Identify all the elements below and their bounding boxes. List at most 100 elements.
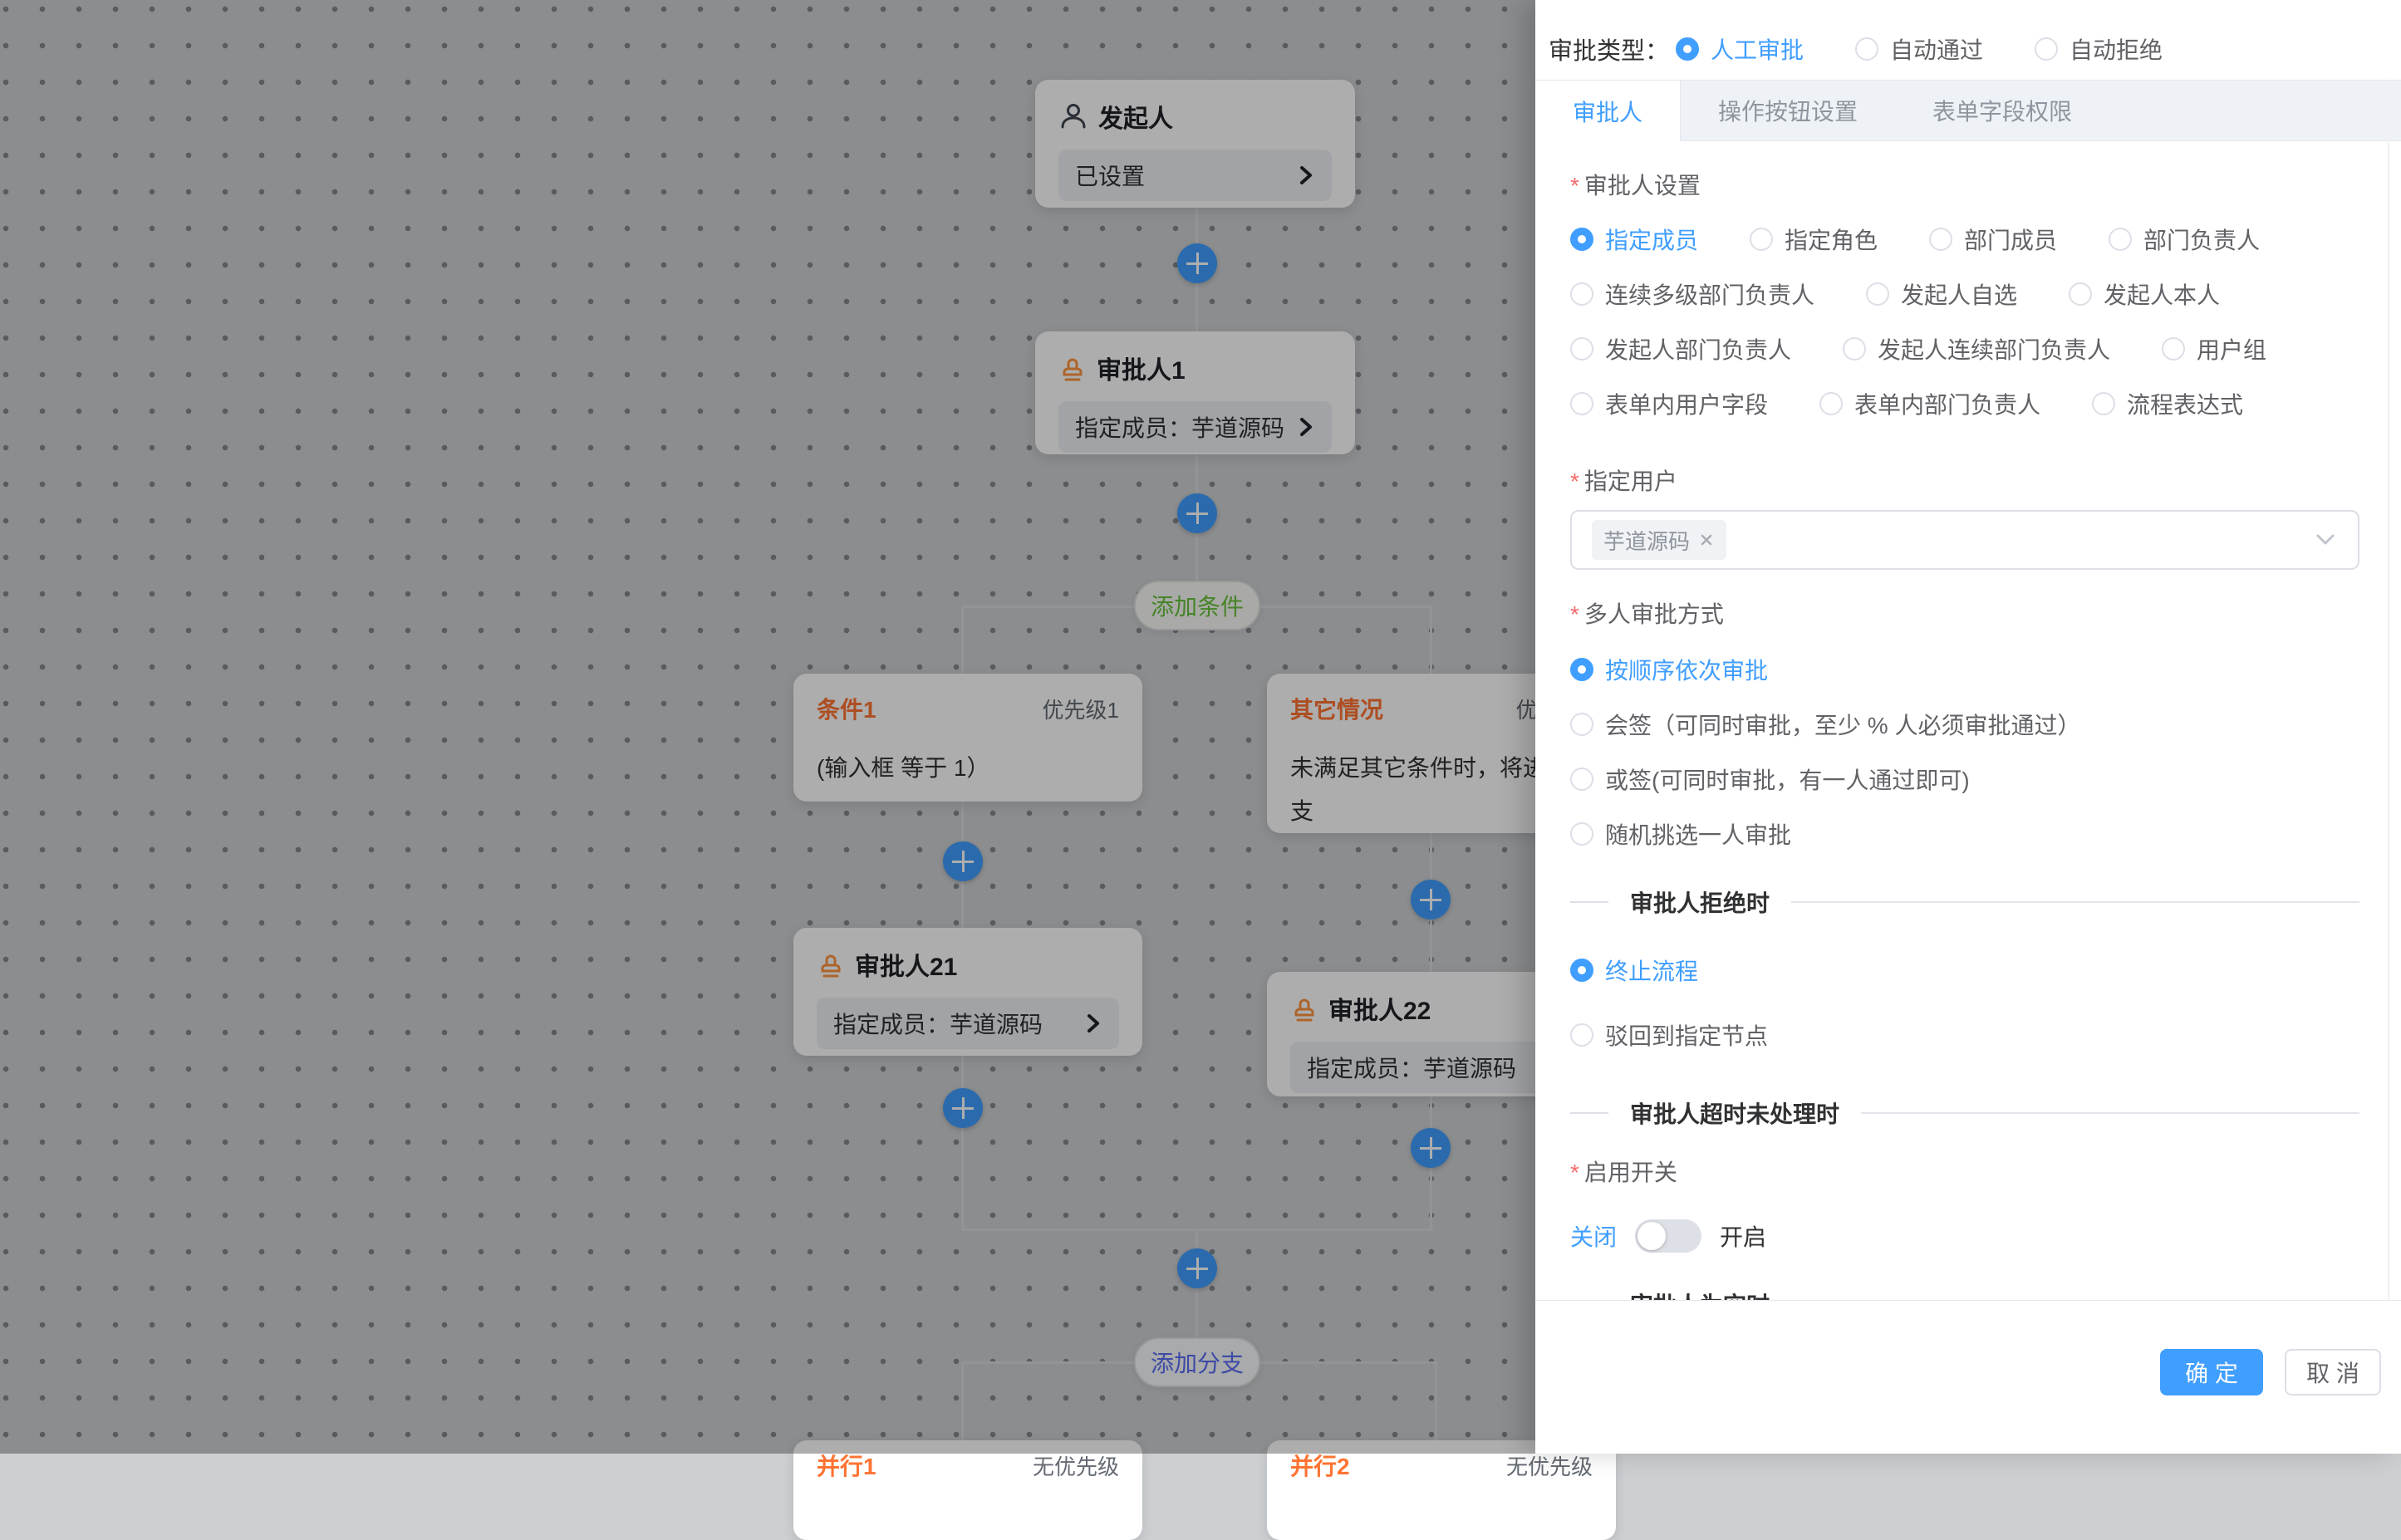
radio-form-dept-leader[interactable]: 表单内部门负责人 [1819,387,2040,420]
radio-icon [2069,282,2092,306]
node-title: 并行1 [817,1449,876,1482]
radio-label: 发起人连续部门负责人 [1878,332,2110,365]
enable-switch-row: 关闭 开启 [1570,1213,2359,1259]
approval-type-row: 审批类型： 人工审批 自动通过 自动拒绝 [1535,0,2401,80]
node-parallel2[interactable]: 并行2 无优先级 [1267,1440,1616,1540]
radio-icon [1929,228,1952,251]
radio-initiator-choose[interactable]: 发起人自选 [1866,277,2017,311]
radio-terminate-process[interactable]: 终止流程 [1570,954,2359,987]
user-tag: 芋道源码 [1592,520,1726,560]
divider-line [1570,901,1608,903]
reject-section-divider: 审批人拒绝时 [1570,887,2359,917]
radio-form-user-field[interactable]: 表单内用户字段 [1570,387,1768,420]
radio-auto-reject[interactable]: 自动拒绝 [2035,32,2163,66]
radio-icon [2035,37,2058,61]
divider-line [1791,901,2359,903]
approver-setting-row4: 表单内用户字段 表单内部门负责人 流程表达式 [1570,387,2359,420]
radio-icon [1570,768,1593,791]
required-asterisk: * [1570,173,1579,199]
drawer-scrollbar[interactable] [2388,80,2389,1301]
radio-auto-approve[interactable]: 自动通过 [1855,32,1983,66]
tab-approver[interactable]: 审批人 [1535,81,1681,141]
required-asterisk: * [1570,1160,1579,1185]
toggle-knob [1637,1222,1666,1250]
drawer-footer: 确 定 取 消 [1535,1300,2401,1454]
approval-type-label: 审批类型： [1549,32,1669,66]
radio-label: 自动通过 [1890,32,1983,66]
radio-sequential-approval[interactable]: 按顺序依次审批 [1570,653,2359,686]
radio-icon [1570,1023,1593,1047]
radio-dept-leader[interactable]: 部门负责人 [2109,223,2260,256]
radio-icon [1570,822,1593,846]
chevron-down-icon [2313,532,2338,548]
radio-label: 人工审批 [1711,32,1804,66]
confirm-button[interactable]: 确 定 [2160,1349,2263,1395]
drawer-body[interactable]: *审批人设置 指定成员 指定角色 部门成员 部门负责人 连续 [1535,141,2401,1300]
radio-label: 连续多级部门负责人 [1605,277,1814,311]
radio-process-expression[interactable]: 流程表达式 [2092,387,2243,420]
node-parallel1[interactable]: 并行1 无优先级 [793,1440,1142,1540]
radio-label: 指定角色 [1785,223,1878,256]
radio-icon [1866,282,1889,306]
enable-switch-label: *启用开关 [1570,1158,2359,1188]
timeout-section-title: 审批人超时未处理时 [1630,1096,1839,1130]
cancel-button[interactable]: 取 消 [2285,1349,2381,1395]
empty-section-divider: 审批人为空时 [1570,1289,2359,1300]
radio-initiator-multi-dept-leader[interactable]: 发起人连续部门负责人 [1843,332,2110,365]
radio-initiator-dept-leader[interactable]: 发起人部门负责人 [1570,332,1791,365]
radio-designated-role[interactable]: 指定角色 [1750,223,1878,256]
approver-setting-label: *审批人设置 [1570,171,2359,201]
radio-icon [2162,337,2185,360]
close-icon[interactable] [1698,532,1715,548]
radio-random-one[interactable]: 随机挑选一人审批 [1570,817,2359,851]
divider-line [1861,1112,2359,1114]
reject-section-title: 审批人拒绝时 [1630,885,1770,919]
radio-countersign[interactable]: 会签（可同时审批，至少 % 人必须审批通过） [1570,708,2359,741]
radio-label: 自动拒绝 [2070,32,2163,66]
user-tag-label: 芋道源码 [1603,525,1690,556]
radio-label: 流程表达式 [2127,387,2243,420]
tab-action-buttons[interactable]: 操作按钮设置 [1681,81,1895,140]
timeout-section-divider: 审批人超时未处理时 [1570,1098,2359,1128]
radio-label: 表单内用户字段 [1605,387,1768,420]
radio-icon [2092,392,2115,415]
radio-label: 表单内部门负责人 [1854,387,2040,420]
radio-label: 用户组 [2197,332,2266,365]
radio-icon [1570,392,1593,415]
radio-manual-approval[interactable]: 人工审批 [1676,32,1804,66]
radio-dept-member[interactable]: 部门成员 [1929,223,2057,256]
enable-toggle[interactable] [1635,1219,1701,1253]
radio-label: 发起人本人 [2104,277,2220,311]
radio-icon [1819,392,1843,415]
required-asterisk: * [1570,468,1579,494]
required-asterisk: * [1570,601,1579,627]
radio-label: 会签（可同时审批，至少 % 人必须审批通过） [1605,708,2080,741]
radio-or-sign[interactable]: 或签(可同时审批，有一人通过即可) [1570,763,2359,796]
radio-icon [1570,282,1593,306]
radio-icon [1750,228,1773,251]
assign-user-label: *指定用户 [1570,467,2359,497]
switch-off-label: 关闭 [1570,1219,1617,1253]
radio-designated-member[interactable]: 指定成员 [1570,223,1698,256]
radio-selected-icon [1570,228,1593,251]
approver-setting-row1: 指定成员 指定角色 部门成员 部门负责人 [1570,223,2359,256]
radio-user-group[interactable]: 用户组 [2162,332,2266,365]
multi-mode-label: *多人审批方式 [1570,600,2359,630]
radio-label: 部门成员 [1964,223,2057,256]
radio-return-to-node[interactable]: 驳回到指定节点 [1570,1018,2359,1052]
radio-label: 终止流程 [1605,954,1698,987]
tab-form-field-permissions[interactable]: 表单字段权限 [1895,81,2109,140]
radio-label: 随机挑选一人审批 [1605,817,1791,851]
node-priority: 无优先级 [1033,1450,1119,1481]
radio-label: 按顺序依次审批 [1605,653,1768,686]
radio-icon [1855,37,1878,61]
switch-on-label: 开启 [1720,1219,1766,1253]
drawer-tabs: 审批人 操作按钮设置 表单字段权限 [1535,80,2401,141]
radio-initiator-self[interactable]: 发起人本人 [2069,277,2220,311]
radio-label: 或签(可同时审批，有一人通过即可) [1605,763,1970,796]
radio-icon [2109,228,2132,251]
radio-label: 指定成员 [1605,223,1698,256]
radio-label: 发起人部门负责人 [1605,332,1791,365]
radio-multi-level-dept-leader[interactable]: 连续多级部门负责人 [1570,277,1814,311]
assign-user-select[interactable]: 芋道源码 [1570,510,2359,570]
